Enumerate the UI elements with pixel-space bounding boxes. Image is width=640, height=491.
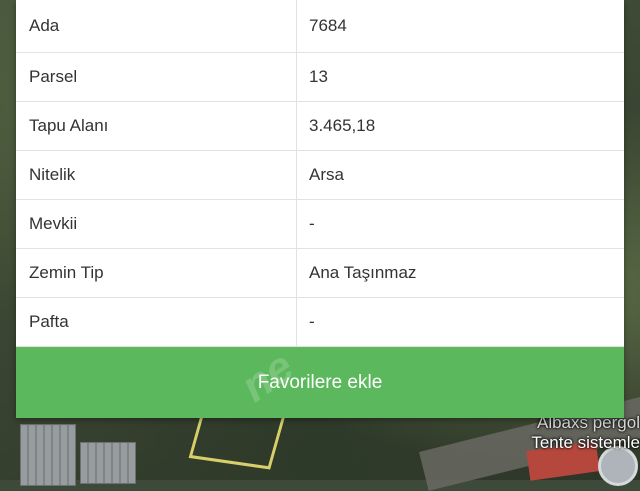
add-to-favorites-button[interactable]: Favorilere ekle [16,347,624,418]
row-key: Nitelik [16,150,297,200]
table-row: Ada 7684 [16,0,624,53]
poi-label-line2: Tente sistemle [531,433,640,452]
row-key: Parsel [16,52,297,102]
row-key: Zemin Tip [16,248,297,298]
row-value: 3.465,18 [296,101,624,151]
table-row: Zemin Tip Ana Taşınmaz [16,248,624,298]
map-building [20,424,76,486]
row-value: - [296,199,624,249]
row-value: Arsa [296,150,624,200]
table-row: Tapu Alanı 3.465,18 [16,101,624,151]
row-key: Ada [16,0,297,53]
row-key: Mevkii [16,199,297,249]
row-value: - [296,297,624,347]
map-poi-label[interactable]: Albaxs pergol Tente sistemle [531,413,640,453]
row-key: Pafta [16,297,297,347]
row-key: Tapu Alanı [16,101,297,151]
table-row: Parsel 13 [16,52,624,102]
table-row: Mevkii - [16,199,624,249]
parcel-details-table: Ada 7684 Parsel 13 Tapu Alanı 3.465,18 N… [16,0,624,347]
row-value: Ana Taşınmaz [296,248,624,298]
parcel-info-card: Ada 7684 Parsel 13 Tapu Alanı 3.465,18 N… [16,0,624,418]
row-value: 7684 [296,0,624,53]
table-row: Nitelik Arsa [16,150,624,200]
row-value: 13 [296,52,624,102]
table-row: Pafta - [16,297,624,347]
map-building [80,442,136,484]
